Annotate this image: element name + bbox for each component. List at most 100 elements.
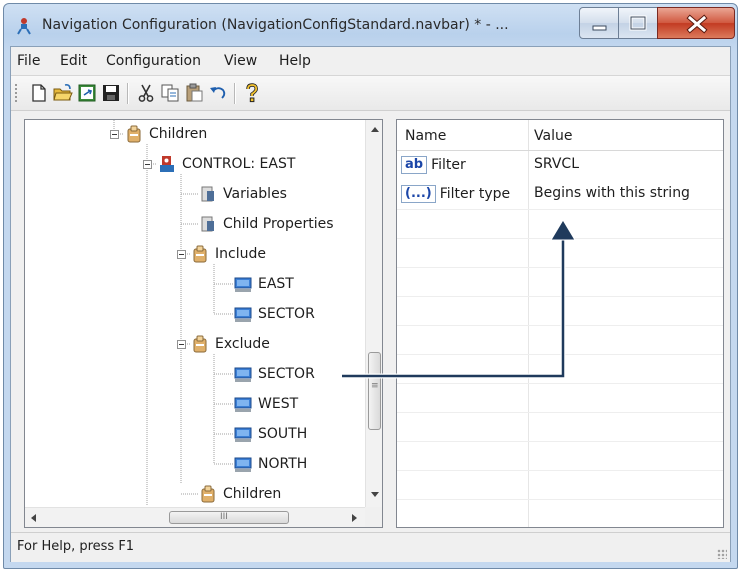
column-header-name[interactable]: Name — [405, 128, 446, 144]
close-button[interactable] — [657, 7, 735, 39]
grid-row-line — [397, 325, 723, 326]
menu-configuration[interactable]: Configuration — [106, 53, 201, 69]
tree-node-label: SOUTH — [258, 426, 308, 442]
property-grid[interactable]: Name Value ab Filter SRVCL (...) Filter … — [396, 119, 724, 528]
undo-icon[interactable] — [208, 83, 228, 103]
tree-node-east[interactable]: EAST — [234, 272, 294, 296]
scroll-left-icon[interactable] — [31, 514, 36, 522]
tree-node-south[interactable]: SOUTH — [234, 422, 307, 446]
tree-node-label: EAST — [258, 276, 294, 292]
minimize-button[interactable] — [579, 7, 619, 39]
status-text: For Help, press F1 — [17, 539, 135, 554]
computer-icon — [234, 457, 252, 472]
toolbar-grip[interactable] — [15, 84, 17, 102]
tree-node-label: Child Properties — [223, 216, 334, 232]
tree-node-label: Exclude — [215, 336, 270, 352]
string-type-icon: ab — [401, 156, 428, 174]
navigation-tree[interactable]: Children CONTROL: EAST Variables Child P… — [24, 119, 383, 528]
status-bar: For Help, press F1 — [11, 532, 730, 562]
grid-row-line — [397, 238, 723, 239]
tree-expander[interactable] — [110, 130, 119, 139]
folder-icon — [193, 245, 207, 263]
tree-node-sector[interactable]: SECTOR — [234, 302, 315, 326]
property-name-label: Filter — [431, 157, 466, 173]
resize-grip-icon[interactable] — [717, 549, 727, 559]
grid-row-line — [397, 441, 723, 442]
tree-node-control-east[interactable]: CONTROL: EAST — [158, 152, 295, 176]
tree-node-include[interactable]: Include — [191, 242, 266, 266]
tree-expander[interactable] — [143, 160, 152, 169]
property-row-filter-type[interactable]: (...) Filter type Begins with this strin… — [397, 180, 723, 209]
property-name: ab Filter — [401, 156, 466, 174]
scroll-grip-icon: ≡ — [371, 381, 379, 391]
title-bar[interactable]: Navigation Configuration (NavigationConf… — [4, 4, 737, 48]
grid-row-line — [397, 209, 723, 210]
grid-row-line — [397, 267, 723, 268]
property-name-label: Filter type — [439, 186, 511, 202]
tree-node-children[interactable]: Children — [199, 482, 281, 506]
tree-node-sector[interactable]: SECTOR — [234, 362, 315, 386]
tree-node-child-properties[interactable]: Child Properties — [199, 212, 334, 236]
computer-icon — [234, 307, 252, 322]
tree-expander[interactable] — [177, 340, 186, 349]
maximize-icon — [629, 15, 647, 31]
scroll-down-icon[interactable] — [371, 492, 379, 497]
tree-node-variables[interactable]: Variables — [199, 182, 287, 206]
menu-file[interactable]: File — [17, 53, 40, 69]
grid-row-line — [397, 354, 723, 355]
enum-type-icon: (...) — [401, 185, 436, 203]
help-icon[interactable] — [242, 83, 262, 103]
tree-node-north[interactable]: NORTH — [234, 452, 307, 476]
new-icon[interactable] — [29, 83, 49, 103]
computer-icon — [234, 397, 252, 412]
property-name: (...) Filter type — [401, 185, 510, 203]
horizontal-scroll-thumb[interactable]: III — [169, 511, 289, 524]
scrollbar-corner — [365, 507, 382, 527]
application-window: Navigation Configuration (NavigationConf… — [3, 3, 738, 569]
tree-node-label: CONTROL: EAST — [182, 156, 296, 172]
tree-node-label: Children — [223, 486, 282, 502]
property-value[interactable]: SRVCL — [534, 156, 579, 172]
horizontal-scrollbar[interactable]: III — [25, 507, 365, 527]
property-grid-header: Name Value — [397, 120, 723, 151]
tree-node-children[interactable]: Children — [125, 122, 207, 146]
tree-node-exclude[interactable]: Exclude — [191, 332, 270, 356]
menu-view[interactable]: View — [224, 53, 257, 69]
paste-icon[interactable] — [184, 83, 204, 103]
grid-row-line — [397, 499, 723, 500]
copy-icon[interactable] — [160, 83, 180, 103]
grid-row-line — [397, 296, 723, 297]
grid-row-line — [397, 383, 723, 384]
tree-node-west[interactable]: WEST — [234, 392, 298, 416]
column-header-value[interactable]: Value — [534, 128, 572, 144]
property-icon — [201, 216, 214, 232]
computer-icon — [234, 367, 252, 382]
toolbar-separator — [127, 83, 129, 104]
toolbar — [11, 75, 730, 111]
vertical-scroll-thumb[interactable]: ≡ — [368, 352, 381, 430]
header-divider[interactable] — [528, 120, 529, 150]
window-title: Navigation Configuration (NavigationConf… — [42, 17, 509, 33]
menu-edit[interactable]: Edit — [60, 53, 87, 69]
open-icon[interactable] — [53, 83, 73, 103]
vertical-scrollbar[interactable]: ≡ — [365, 120, 382, 507]
property-value[interactable]: Begins with this string — [534, 185, 690, 201]
tree-expander[interactable] — [177, 250, 186, 259]
maximize-button[interactable] — [618, 7, 658, 39]
refresh-icon[interactable] — [77, 83, 97, 103]
app-icon — [17, 18, 31, 35]
client-area: File Edit Configuration View Help Childr… — [10, 46, 731, 562]
computer-icon — [234, 277, 252, 292]
tree-node-label: NORTH — [258, 456, 308, 472]
scroll-up-icon[interactable] — [371, 127, 379, 132]
tree-node-label: SECTOR — [258, 366, 315, 382]
tree-node-label: Variables — [223, 186, 287, 202]
control-icon — [160, 156, 174, 172]
menu-help[interactable]: Help — [279, 53, 311, 69]
tree-node-label: Children — [149, 126, 208, 142]
scroll-right-icon[interactable] — [352, 514, 357, 522]
folder-icon — [201, 485, 215, 503]
save-icon[interactable] — [101, 83, 121, 103]
property-row-filter[interactable]: ab Filter SRVCL — [397, 151, 723, 180]
cut-icon[interactable] — [136, 83, 156, 103]
